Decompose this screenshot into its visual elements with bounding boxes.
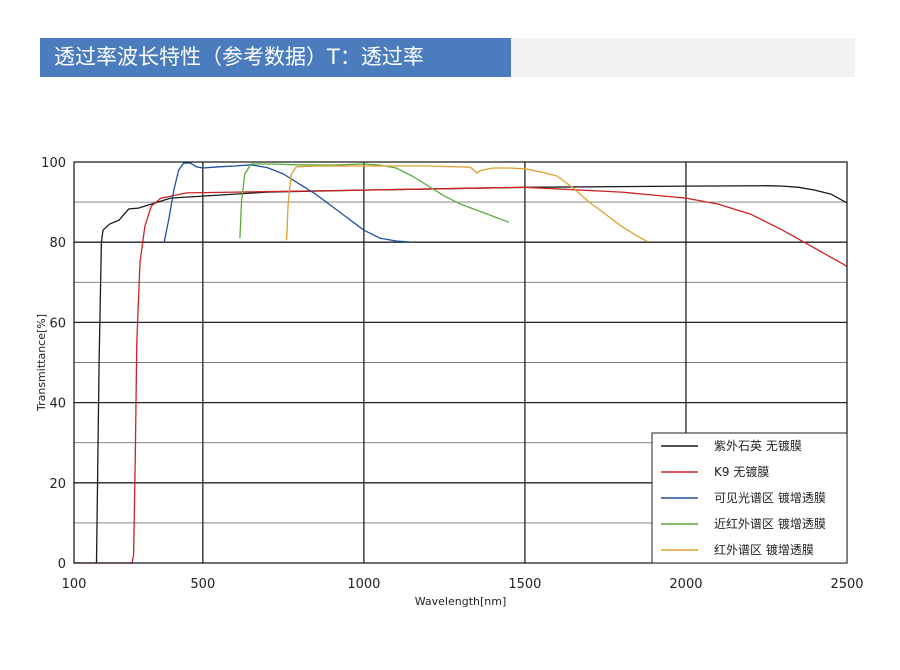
y-tick-label: 80 [49, 236, 66, 251]
legend-label-3: 可见光谱区 镀增透膜 [714, 491, 826, 505]
legend: 紫外石英 无镀膜 K9 无镀膜可见光谱区 镀增透膜近红外谱区 镀增透膜红外谱区 镀… [651, 432, 848, 564]
x-tick-label: 500 [190, 577, 215, 592]
series-line-5 [285, 165, 648, 242]
y-axis-label: Transmittance[%] [35, 314, 48, 412]
x-tick-label: 2500 [830, 577, 863, 592]
y-tick-label: 0 [58, 557, 66, 572]
legend-label-5: 红外谱区 镀增透膜 [714, 542, 814, 557]
y-tick-label: 20 [49, 477, 66, 492]
y-tick-label: 60 [49, 316, 66, 331]
y-tick-label: 100 [41, 156, 66, 171]
legend-label-1: 紫外石英 无镀膜 [714, 439, 802, 453]
legend-label-2: K9 无镀膜 [714, 465, 769, 479]
legend-label-4: 近红外谱区 镀增透膜 [714, 516, 826, 531]
x-tick-label: 1000 [347, 577, 380, 592]
x-tick-label: 100 [62, 577, 87, 592]
x-tick-label: 1500 [508, 577, 541, 592]
x-tick-label: 2000 [669, 577, 702, 592]
y-tick-label: 40 [49, 397, 66, 412]
x-axis-label: Wavelength[nm] [415, 595, 507, 608]
transmittance-chart: 100 500 1000 1500 2000 2500 0 20 40 60 80 100 Wavel… [35, 156, 864, 608]
series-line-4 [239, 163, 510, 239]
